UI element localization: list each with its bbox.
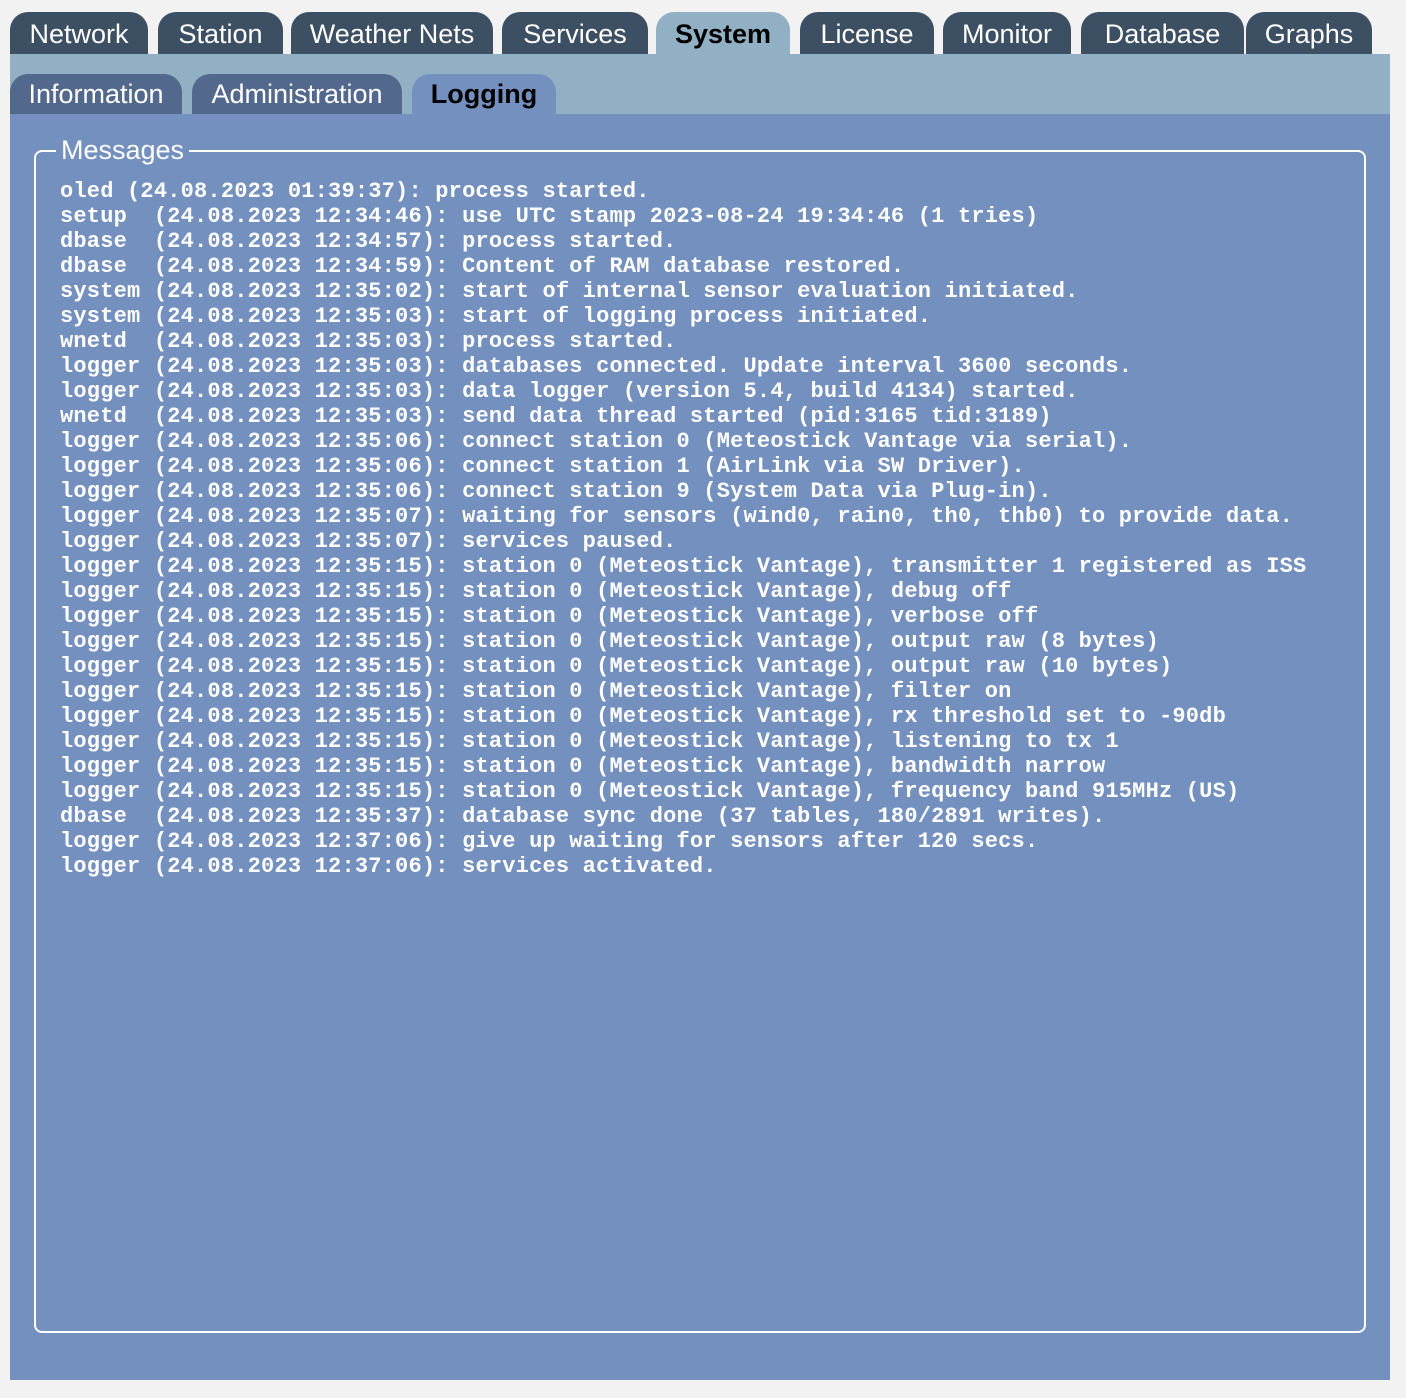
log-line: logger (24.08.2023 12:35:07): services p… xyxy=(60,529,677,554)
subtab-administration[interactable]: Administration xyxy=(192,74,402,114)
tab-graphs[interactable]: Graphs xyxy=(1246,12,1372,54)
main-tab-bar: Network Station Weather Nets Services Sy… xyxy=(10,12,1390,54)
log-line: logger (24.08.2023 12:35:15): station 0 … xyxy=(60,629,1159,654)
tab-station[interactable]: Station xyxy=(158,12,283,54)
log-line: dbase (24.08.2023 12:35:37): database sy… xyxy=(60,804,1106,829)
log-line: logger (24.08.2023 12:35:15): station 0 … xyxy=(60,779,1240,804)
log-line: dbase (24.08.2023 12:34:59): Content of … xyxy=(60,254,905,279)
log-line: system (24.08.2023 12:35:03): start of l… xyxy=(60,304,932,329)
log-line: logger (24.08.2023 12:35:03): data logge… xyxy=(60,379,1079,404)
log-line: logger (24.08.2023 12:35:15): station 0 … xyxy=(60,704,1226,729)
log-line: logger (24.08.2023 12:37:06): give up wa… xyxy=(60,829,1039,854)
messages-legend: Messages xyxy=(56,133,190,167)
subtab-logging[interactable]: Logging xyxy=(412,74,556,114)
log-line: setup (24.08.2023 12:34:46): use UTC sta… xyxy=(60,204,1039,229)
log-line: dbase (24.08.2023 12:34:57): process sta… xyxy=(60,229,677,254)
log-line: logger (24.08.2023 12:35:15): station 0 … xyxy=(60,554,1307,579)
log-line: logger (24.08.2023 12:35:06): connect st… xyxy=(60,479,1052,504)
log-line: oled (24.08.2023 01:39:37): process star… xyxy=(60,179,650,204)
log-line: logger (24.08.2023 12:35:03): databases … xyxy=(60,354,1133,379)
tab-network[interactable]: Network xyxy=(10,12,148,54)
sub-tab-bar: Information Administration Logging xyxy=(10,54,1390,114)
log-messages: oled (24.08.2023 01:39:37): process star… xyxy=(60,179,1306,879)
subtab-information[interactable]: Information xyxy=(10,74,182,114)
log-line: logger (24.08.2023 12:35:15): station 0 … xyxy=(60,754,1106,779)
tab-services[interactable]: Services xyxy=(502,12,648,54)
tab-monitor[interactable]: Monitor xyxy=(943,12,1071,54)
log-line: logger (24.08.2023 12:37:06): services a… xyxy=(60,854,717,879)
log-line: logger (24.08.2023 12:35:15): station 0 … xyxy=(60,654,1173,679)
tab-license[interactable]: License xyxy=(800,12,934,54)
tab-database[interactable]: Database xyxy=(1081,12,1244,54)
log-line: logger (24.08.2023 12:35:15): station 0 … xyxy=(60,579,1012,604)
log-line: logger (24.08.2023 12:35:06): connect st… xyxy=(60,454,1025,479)
tab-system[interactable]: System xyxy=(656,12,790,54)
messages-fieldset: Messages oled (24.08.2023 01:39:37): pro… xyxy=(34,133,1366,1333)
log-line: wnetd (24.08.2023 12:35:03): process sta… xyxy=(60,329,677,354)
log-line: logger (24.08.2023 12:35:15): station 0 … xyxy=(60,679,1012,704)
log-line: logger (24.08.2023 12:35:15): station 0 … xyxy=(60,729,1119,754)
log-line: logger (24.08.2023 12:35:07): waiting fo… xyxy=(60,504,1293,529)
log-line: system (24.08.2023 12:35:02): start of i… xyxy=(60,279,1079,304)
log-line: wnetd (24.08.2023 12:35:03): send data t… xyxy=(60,404,1052,429)
tab-weather-nets[interactable]: Weather Nets xyxy=(291,12,493,54)
content-panel: Messages oled (24.08.2023 01:39:37): pro… xyxy=(10,114,1390,1380)
log-line: logger (24.08.2023 12:35:06): connect st… xyxy=(60,429,1133,454)
log-line: logger (24.08.2023 12:35:15): station 0 … xyxy=(60,604,1039,629)
